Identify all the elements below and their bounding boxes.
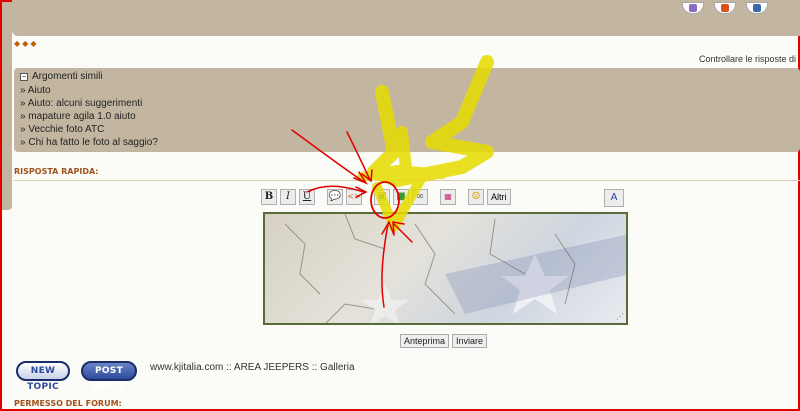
italic-button[interactable]: I bbox=[280, 189, 296, 205]
similar-topics-list: Aiuto Aiuto: alcuni suggerimenti mapatur… bbox=[20, 84, 794, 149]
list-item[interactable]: Aiuto: alcuni suggerimenti bbox=[20, 97, 794, 110]
message-editor[interactable]: ⋰ bbox=[263, 212, 628, 325]
hand-drawn-annotations bbox=[291, 55, 494, 308]
watch-replies-link[interactable]: Controllare le risposte di bbox=[699, 54, 796, 64]
bold-button[interactable]: B bbox=[261, 189, 277, 205]
divider bbox=[14, 180, 800, 181]
post-reply-button[interactable]: POST REPLY bbox=[81, 361, 137, 392]
nav-next-icon[interactable]: ◆ bbox=[22, 39, 28, 48]
list-item[interactable]: mapature agila 1.0 aiuto bbox=[20, 110, 794, 123]
collapse-icon[interactable]: − bbox=[20, 72, 28, 81]
settings-tab-icon[interactable] bbox=[746, 2, 768, 14]
editor-toolbar: B I U 💬 <> ▣ ■ ∞ ▦ ☺ Altri bbox=[261, 189, 511, 205]
preview-button[interactable]: Anteprima bbox=[400, 334, 450, 348]
list-item[interactable]: Vecchie foto ATC bbox=[20, 123, 794, 136]
list-item[interactable]: Chi ha fatto le foto al saggio? bbox=[20, 136, 794, 149]
image-insert-icon[interactable]: ▣ bbox=[374, 189, 390, 205]
underline-button[interactable]: U bbox=[299, 189, 315, 205]
breadcrumb[interactable]: www.kjitalia.com :: AREA JEEPERS :: Gall… bbox=[150, 362, 355, 373]
quick-reply-title: RISPOSTA RAPIDA: bbox=[14, 167, 99, 176]
left-sidebar-strip bbox=[2, 2, 12, 210]
top-icon-group bbox=[682, 2, 768, 14]
message-tab-icon[interactable] bbox=[714, 2, 736, 14]
link-icon[interactable]: ∞ bbox=[412, 189, 428, 205]
similar-topics-header[interactable]: − Argomenti simili bbox=[20, 71, 794, 82]
media-icon[interactable]: ■ bbox=[393, 189, 409, 205]
similar-topics-box: − Argomenti simili Aiuto Aiuto: alcuni s… bbox=[14, 68, 800, 152]
profile-tab-icon[interactable] bbox=[682, 2, 704, 14]
resize-grip-icon[interactable]: ⋰ bbox=[616, 312, 624, 321]
submit-row: Anteprima Inviare bbox=[400, 334, 488, 348]
font-size-label: A bbox=[610, 192, 618, 203]
code-icon[interactable]: <> bbox=[346, 189, 362, 205]
nav-up-icon[interactable]: ◆ bbox=[30, 39, 36, 48]
quote-icon[interactable]: 💬 bbox=[327, 189, 343, 205]
font-size-button[interactable]: A bbox=[604, 189, 624, 207]
new-topic-button[interactable]: NEW TOPIC bbox=[16, 361, 70, 392]
message-textarea[interactable] bbox=[265, 214, 626, 323]
more-button[interactable]: Altri bbox=[487, 189, 511, 205]
send-button[interactable]: Inviare bbox=[452, 334, 488, 348]
smiley-icon[interactable]: ☺ bbox=[468, 189, 484, 205]
permissions-title: PERMESSO DEL FORUM: bbox=[14, 399, 122, 408]
color-palette-icon[interactable]: ▦ bbox=[440, 189, 456, 205]
list-item[interactable]: Aiuto bbox=[20, 84, 794, 97]
similar-topics-title: Argomenti simili bbox=[32, 71, 103, 82]
nav-prev-icon[interactable]: ◆ bbox=[14, 39, 20, 48]
page-nav-arrows[interactable]: ◆ ◆ ◆ bbox=[14, 39, 36, 48]
